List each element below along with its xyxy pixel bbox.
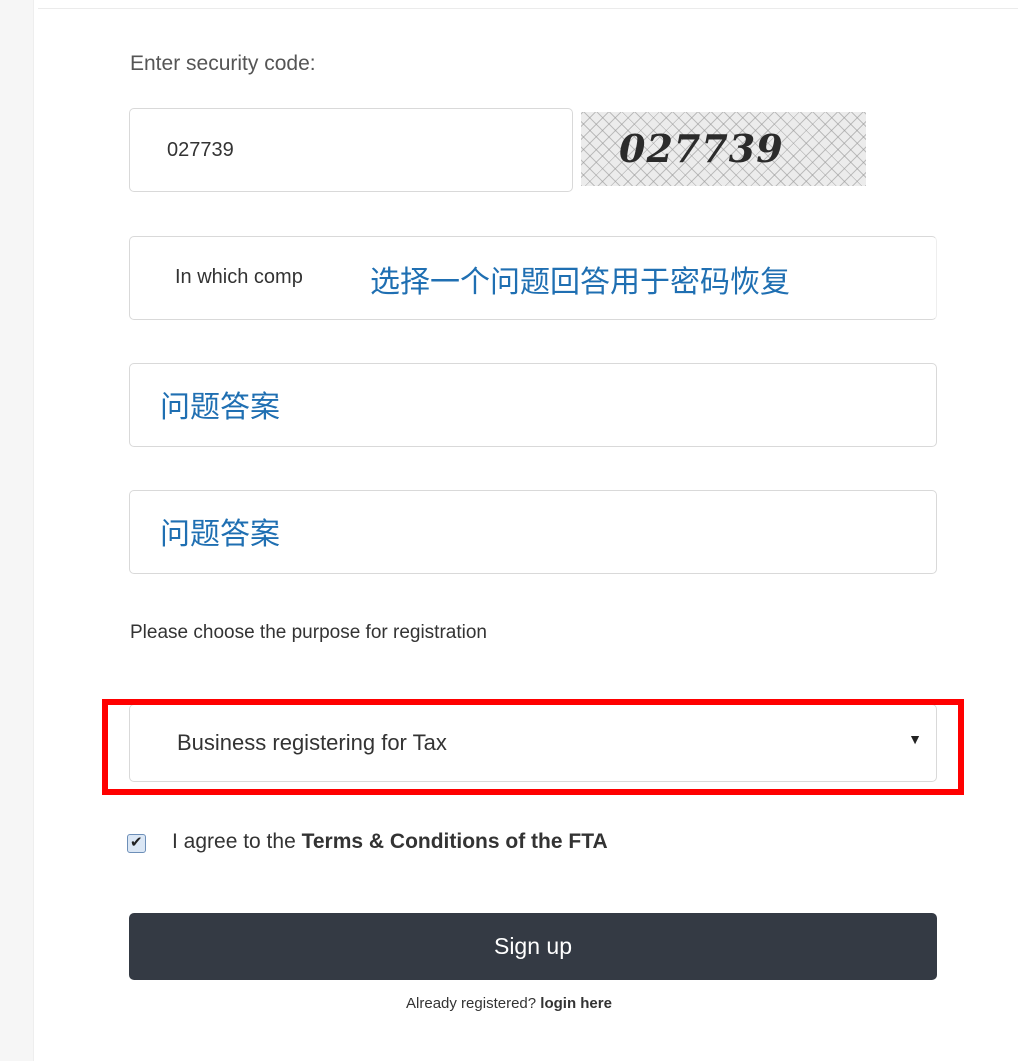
captcha-text: 027739 [619,126,784,171]
question-annotation: 选择一个问题回答用于密码恢复 [370,265,790,300]
security-code-label: Enter security code: [130,52,316,75]
already-registered-line: Already registered? login here [0,995,1018,1012]
agree-prefix: I agree to the [172,830,302,853]
top-divider [38,8,1018,9]
sign-up-button[interactable]: Sign up [129,913,937,980]
answer-input-1[interactable]: 问题答案 [129,363,937,447]
purpose-label: Please choose the purpose for registrati… [130,622,487,643]
checkmark-icon: ✔ [130,834,143,851]
agree-text: I agree to the Terms & Conditions of the… [172,830,608,854]
security-code-input[interactable]: 027739 [129,108,573,192]
answer-input-2[interactable]: 问题答案 [129,490,937,574]
left-panel-edge [0,0,34,1061]
login-link[interactable]: login here [540,995,612,1012]
highlight-annotation-box [102,699,964,795]
answer-placeholder-2: 问题答案 [160,517,280,552]
answer-placeholder-1: 问题答案 [160,390,280,425]
already-registered-text: Already registered? [406,995,537,1012]
sign-up-label: Sign up [493,933,572,959]
captcha-image: 027739 [581,112,866,186]
security-question-value: In which comp [175,266,303,288]
security-code-value: 027739 [167,139,234,161]
security-question-select[interactable]: In which comp 选择一个问题回答用于密码恢复 [129,236,937,320]
agree-checkbox[interactable]: ✔ [127,834,146,853]
terms-link[interactable]: Terms & Conditions of the FTA [302,830,608,853]
